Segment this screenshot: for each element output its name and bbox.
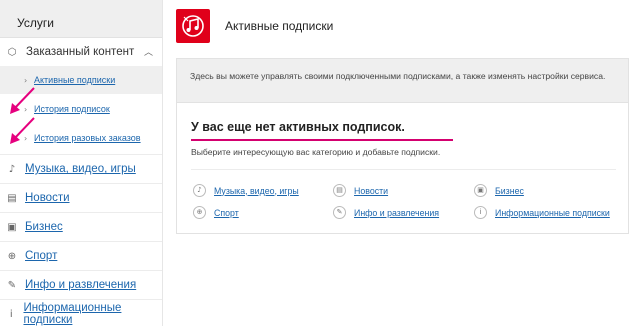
sidebar-subitem-label[interactable]: История подписок (34, 104, 110, 114)
service-logo (176, 9, 210, 43)
annotation-arrow-icon (10, 117, 35, 144)
sidebar-subitem-label[interactable]: Активные подписки (34, 75, 115, 85)
empty-state-panel: У вас еще нет активных подписок. Выберит… (176, 102, 629, 234)
sidebar-item-label[interactable]: Музыка, видео, игры (25, 163, 136, 175)
page-title: Активные подписки (225, 19, 334, 33)
info-message: Здесь вы можете управлять своими подключ… (176, 58, 629, 102)
divider (191, 169, 616, 170)
chevron-up-icon[interactable]: ︿ (144, 45, 153, 58)
sidebar-item-label[interactable]: Бизнес (25, 221, 63, 233)
briefcase-icon: ▣ (474, 184, 487, 197)
music-icon: ♪ (193, 184, 206, 197)
sidebar-item-sport[interactable]: ⊕ Спорт (0, 241, 162, 270)
category-link-sport[interactable]: ⊕ Спорт (193, 206, 239, 219)
sidebar-item-news[interactable]: ▤ Новости (0, 183, 162, 212)
category-link-info-subscriptions[interactable]: i Информационные подписки (474, 206, 610, 219)
sidebar-item-label: Заказанный контент (26, 46, 135, 58)
music-icon: ♪ (8, 163, 16, 175)
annotation-arrow-icon (10, 87, 35, 114)
newspaper-icon: ▤ (333, 184, 346, 197)
info-icon: i (9, 308, 13, 320)
box-icon: ⬡ (7, 46, 17, 58)
sidebar-item-ordered-content[interactable]: ⬡ Заказанный контент ︿ (0, 40, 162, 64)
category-link-business[interactable]: ▣ Бизнес (474, 184, 524, 197)
sidebar-title: Услуги (0, 0, 162, 38)
sidebar-item-label[interactable]: Спорт (25, 250, 57, 262)
briefcase-icon: ▣ (7, 221, 17, 233)
title-underline (191, 139, 453, 141)
sidebar-item-info-entertainment[interactable]: ✎ Инфо и развлечения (0, 270, 162, 299)
sidebar: Услуги ⬡ Заказанный контент ︿ › Активные… (0, 0, 163, 326)
sidebar-item-label[interactable]: Информационные подписки (23, 302, 162, 326)
sidebar-item-info-subscriptions[interactable]: i Информационные подписки (0, 299, 162, 326)
pen-icon: ✎ (333, 206, 346, 219)
music-note-logo-icon (182, 15, 204, 37)
category-link-news[interactable]: ▤ Новости (333, 184, 388, 197)
category-link-music[interactable]: ♪ Музыка, видео, игры (193, 184, 299, 197)
category-label[interactable]: Бизнес (495, 186, 524, 196)
sidebar-subitem-label[interactable]: История разовых заказов (34, 133, 141, 143)
sidebar-item-label[interactable]: Инфо и развлечения (25, 279, 136, 291)
category-label[interactable]: Новости (354, 186, 388, 196)
empty-state-title: У вас еще нет активных подписок. (191, 120, 405, 134)
pen-icon: ✎ (7, 279, 17, 291)
category-link-info-entertainment[interactable]: ✎ Инфо и развлечения (333, 206, 439, 219)
ball-icon: ⊕ (7, 250, 17, 262)
sidebar-item-label[interactable]: Новости (25, 192, 70, 204)
category-label[interactable]: Инфо и развлечения (354, 208, 439, 218)
category-label[interactable]: Спорт (214, 208, 239, 218)
category-label[interactable]: Музыка, видео, игры (214, 186, 299, 196)
sidebar-item-business[interactable]: ▣ Бизнес (0, 212, 162, 241)
category-label[interactable]: Информационные подписки (495, 208, 610, 218)
info-icon: i (474, 206, 487, 219)
newspaper-icon: ▤ (7, 192, 17, 204)
empty-state-subtitle: Выберите интересующую вас категорию и до… (191, 147, 441, 157)
sidebar-item-music[interactable]: ♪ Музыка, видео, игры (0, 154, 162, 183)
ball-icon: ⊕ (193, 206, 206, 219)
